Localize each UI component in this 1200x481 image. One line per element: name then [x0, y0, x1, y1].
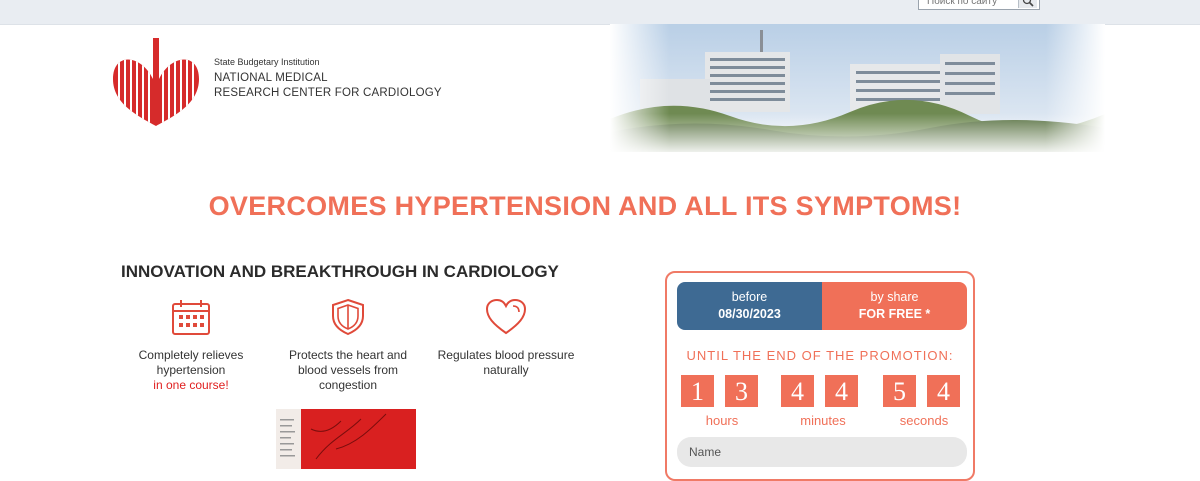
heart-icon: [485, 298, 527, 335]
minutes-label: minutes: [800, 413, 846, 428]
section-subheading: INNOVATION AND BREAKTHROUGH IN CARDIOLOG…: [121, 262, 559, 281]
site-search[interactable]: [918, 0, 1040, 10]
org-name-line2: RESEARCH CENTER FOR CARDIOLOGY: [214, 86, 442, 99]
hours-digit: 3: [725, 375, 758, 407]
feature-accent-text: in one course!: [153, 378, 229, 392]
hours-digit: 1: [681, 375, 714, 407]
top-bar: [0, 0, 1200, 25]
product-package-image: [276, 409, 416, 469]
offer-deadline: before 08/30/2023: [677, 282, 822, 330]
offer-share-label: by share: [870, 290, 919, 304]
feature-protects-heart: Protects the heart and blood vessels fro…: [273, 298, 423, 393]
offer-free: by share FOR FREE *: [822, 282, 967, 330]
hours-label: hours: [705, 413, 739, 428]
feature-relieves-hypertension: Completely relieves hypertension in one …: [116, 298, 266, 393]
minutes-digit: 4: [781, 375, 814, 407]
page-headline: OVERCOMES HYPERTENSION AND ALL ITS SYMPT…: [208, 191, 962, 221]
search-icon[interactable]: [1018, 0, 1037, 8]
organization-name: State Budgetary Institution NATIONAL MED…: [214, 57, 442, 100]
promotion-card: before 08/30/2023 by share FOR FREE * UN…: [665, 271, 975, 481]
feature-text: Protects the heart and blood vessels fro…: [288, 348, 408, 392]
hospital-building-image: [610, 24, 1105, 152]
promotion-countdown-label: UNTIL THE END OF THE PROMOTION:: [686, 348, 954, 363]
name-field[interactable]: [677, 437, 967, 467]
seconds-digit: 4: [927, 375, 960, 407]
feature-text: Regulates blood pressure naturally: [437, 348, 575, 377]
seconds-label: seconds: [899, 413, 949, 428]
org-type: State Budgetary Institution: [214, 57, 320, 67]
offer-date: 08/30/2023: [718, 307, 781, 321]
cardiology-logo[interactable]: [113, 34, 199, 126]
offer-before-label: before: [731, 290, 768, 304]
calendar-icon: [172, 300, 210, 335]
minutes-digit: 4: [825, 375, 858, 407]
search-input[interactable]: [919, 0, 1023, 9]
org-name-line1: NATIONAL MEDICAL: [214, 72, 328, 85]
feature-text: Completely relieves hypertension: [138, 348, 244, 377]
offer-banner: before 08/30/2023 by share FOR FREE *: [677, 282, 967, 330]
feature-regulates-pressure: Regulates blood pressure naturally: [431, 298, 581, 378]
seconds-digit: 5: [883, 375, 916, 407]
offer-free-label: FOR FREE *: [858, 307, 931, 321]
shield-icon: [332, 298, 364, 336]
